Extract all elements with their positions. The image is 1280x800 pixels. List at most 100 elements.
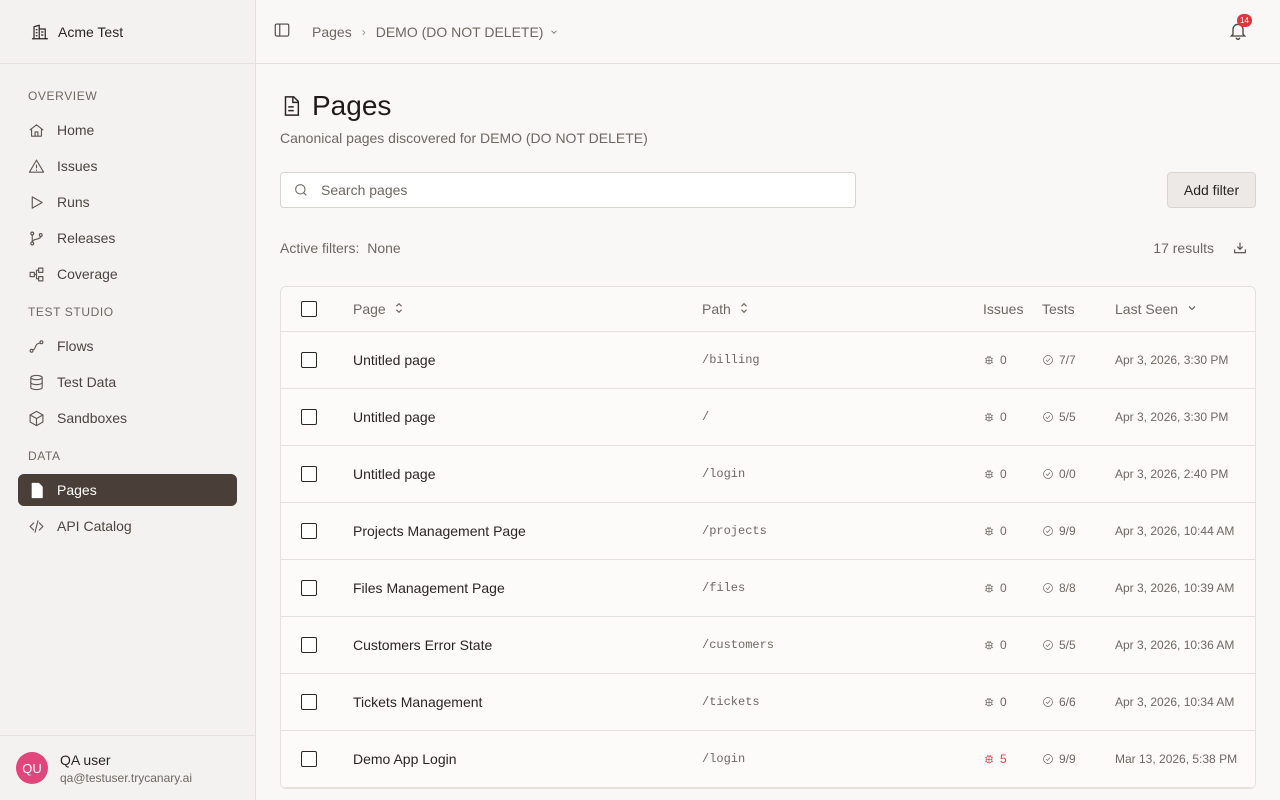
issues-value: 5 [1000,752,1007,766]
page-subtitle: Canonical pages discovered for DEMO (DO … [280,130,648,146]
sidebar-item-flows[interactable]: Flows [18,330,237,362]
add-filter-button[interactable]: Add filter [1167,172,1256,208]
page-name[interactable]: Tickets Management [353,694,482,710]
section-label-test-studio: TEST STUDIO [28,305,114,319]
column-header-page[interactable]: Page [353,301,404,317]
row-checkbox[interactable] [301,523,317,539]
page-name[interactable]: Customers Error State [353,637,492,653]
user-profile[interactable]: QU QA user qa@testuser.trycanary.ai [0,735,255,800]
page-path: /customers [702,638,775,652]
sidebar-item-label: Test Data [57,374,117,390]
sidebar-item-pages[interactable]: Pages [18,474,237,506]
sidebar-item-label: Issues [57,158,98,174]
sidebar-item-label: Pages [57,482,97,498]
notifications-button[interactable]: 14 [1228,14,1252,41]
row-checkbox[interactable] [301,694,317,710]
page-name[interactable]: Projects Management Page [353,523,526,539]
bug-icon [983,411,995,423]
row-checkbox[interactable] [301,751,317,767]
table-row[interactable]: Untitled page/billing 0 7/7 Apr 3, 2026, 3:… [281,332,1255,389]
search-box [280,172,856,208]
workspace-switcher[interactable]: Acme Test [0,0,255,64]
check-circle-icon [1042,696,1054,708]
flow-icon [29,339,44,353]
page-name[interactable]: Untitled page [353,409,436,425]
column-label: Path [702,301,731,317]
page-icon [31,482,43,498]
check-circle-icon [1042,639,1054,651]
column-header-tests: Tests [1042,301,1075,317]
sidebar-item-releases[interactable]: Releases [18,222,237,254]
tests-count: 6/6 [1042,695,1076,709]
table-row[interactable]: Demo App Login/login 5 9/9 Mar 13, 2026, 5:… [281,731,1255,788]
bug-icon [983,753,995,765]
column-header-path[interactable]: Path [702,301,749,317]
sidebar-item-label: Coverage [57,266,118,282]
row-checkbox[interactable] [301,352,317,368]
table-row[interactable]: Files Management Page/files 0 8/8 Apr 3, 20… [281,560,1255,617]
download-icon[interactable] [1232,240,1248,256]
sidebar-item-sandboxes[interactable]: Sandboxes [18,402,237,434]
sidebar-item-issues[interactable]: Issues [18,150,237,182]
issues-value: 0 [1000,467,1007,481]
sort-icon [739,301,749,317]
section-label-data: DATA [28,449,61,463]
last-seen: Apr 3, 2026, 10:44 AM [1115,524,1235,538]
table-row[interactable]: Customers Error State/customers 0 5/5 Apr 3… [281,617,1255,674]
table-row[interactable]: Untitled page / 0 5/5 Apr 3, 2026, 3:30 PM [281,389,1255,446]
project-selector[interactable]: DEMO (DO NOT DELETE) [376,24,560,40]
row-checkbox[interactable] [301,580,317,596]
tests-value: 8/8 [1059,581,1076,595]
search-input[interactable] [321,182,821,198]
pages-table: Page Path Issues Tests Last Seen Untitle… [280,286,1256,789]
check-circle-icon [1042,468,1054,480]
row-checkbox[interactable] [301,409,317,425]
sidebar-item-api-catalog[interactable]: API Catalog [18,510,237,542]
sort-icon [394,301,404,317]
issues-value: 0 [1000,581,1007,595]
breadcrumb-pages[interactable]: Pages [312,24,352,40]
page-path: /billing [702,353,760,367]
tests-value: 7/7 [1059,353,1076,367]
column-header-last-seen[interactable]: Last Seen [1115,301,1198,317]
table-row[interactable]: Tickets Management/tickets 0 6/6 Apr 3, 202… [281,674,1255,731]
sidebar-item-home[interactable]: Home [18,114,237,146]
page-name[interactable]: Files Management Page [353,580,505,596]
user-email: qa@testuser.trycanary.ai [60,770,193,785]
warning-icon [28,159,45,173]
sidebar-item-coverage[interactable]: Coverage [18,258,237,290]
page-name[interactable]: Untitled page [353,466,436,482]
issues-value: 0 [1000,638,1007,652]
user-name: QA user [60,751,111,768]
table-row[interactable]: Projects Management Page/projects 0 9/9 Apr… [281,503,1255,560]
last-seen: Apr 3, 2026, 2:40 PM [1115,467,1229,481]
issues-value: 0 [1000,353,1007,367]
avatar: QU [16,752,48,784]
play-icon [31,195,43,209]
table-body: Untitled page/billing 0 7/7 Apr 3, 2026, 3:… [281,332,1255,788]
sidebar-item-test-data[interactable]: Test Data [18,366,237,398]
code-icon [29,519,44,533]
page-name[interactable]: Demo App Login [353,751,457,767]
sidebar-toggle-button[interactable] [273,21,291,42]
breadcrumb-project: DEMO (DO NOT DELETE) [375,23,544,40]
row-checkbox[interactable] [301,637,317,653]
chevron-down-icon [1186,301,1198,317]
bug-icon [983,696,995,708]
last-seen: Apr 3, 2026, 3:30 PM [1115,353,1229,367]
issues-count: 0 [983,467,1007,481]
last-seen: Apr 3, 2026, 10:36 AM [1115,638,1235,652]
notification-badge: 14 [1237,14,1252,27]
git-branch-icon [30,231,43,245]
page-name[interactable]: Untitled page [353,352,436,368]
tests-value: 5/5 [1059,410,1076,424]
sidebar-item-label: Sandboxes [57,410,128,426]
results-count: 17 results [1153,240,1214,256]
page-path: /projects [702,524,767,538]
sidebar-item-runs[interactable]: Runs [18,186,237,218]
select-all-checkbox[interactable] [301,301,317,317]
table-row[interactable]: Untitled page/login 0 0/0 Apr 3, 2026, 2:40… [281,446,1255,503]
row-checkbox[interactable] [301,466,317,482]
page-path: /files [702,581,746,595]
bug-icon [983,354,995,366]
